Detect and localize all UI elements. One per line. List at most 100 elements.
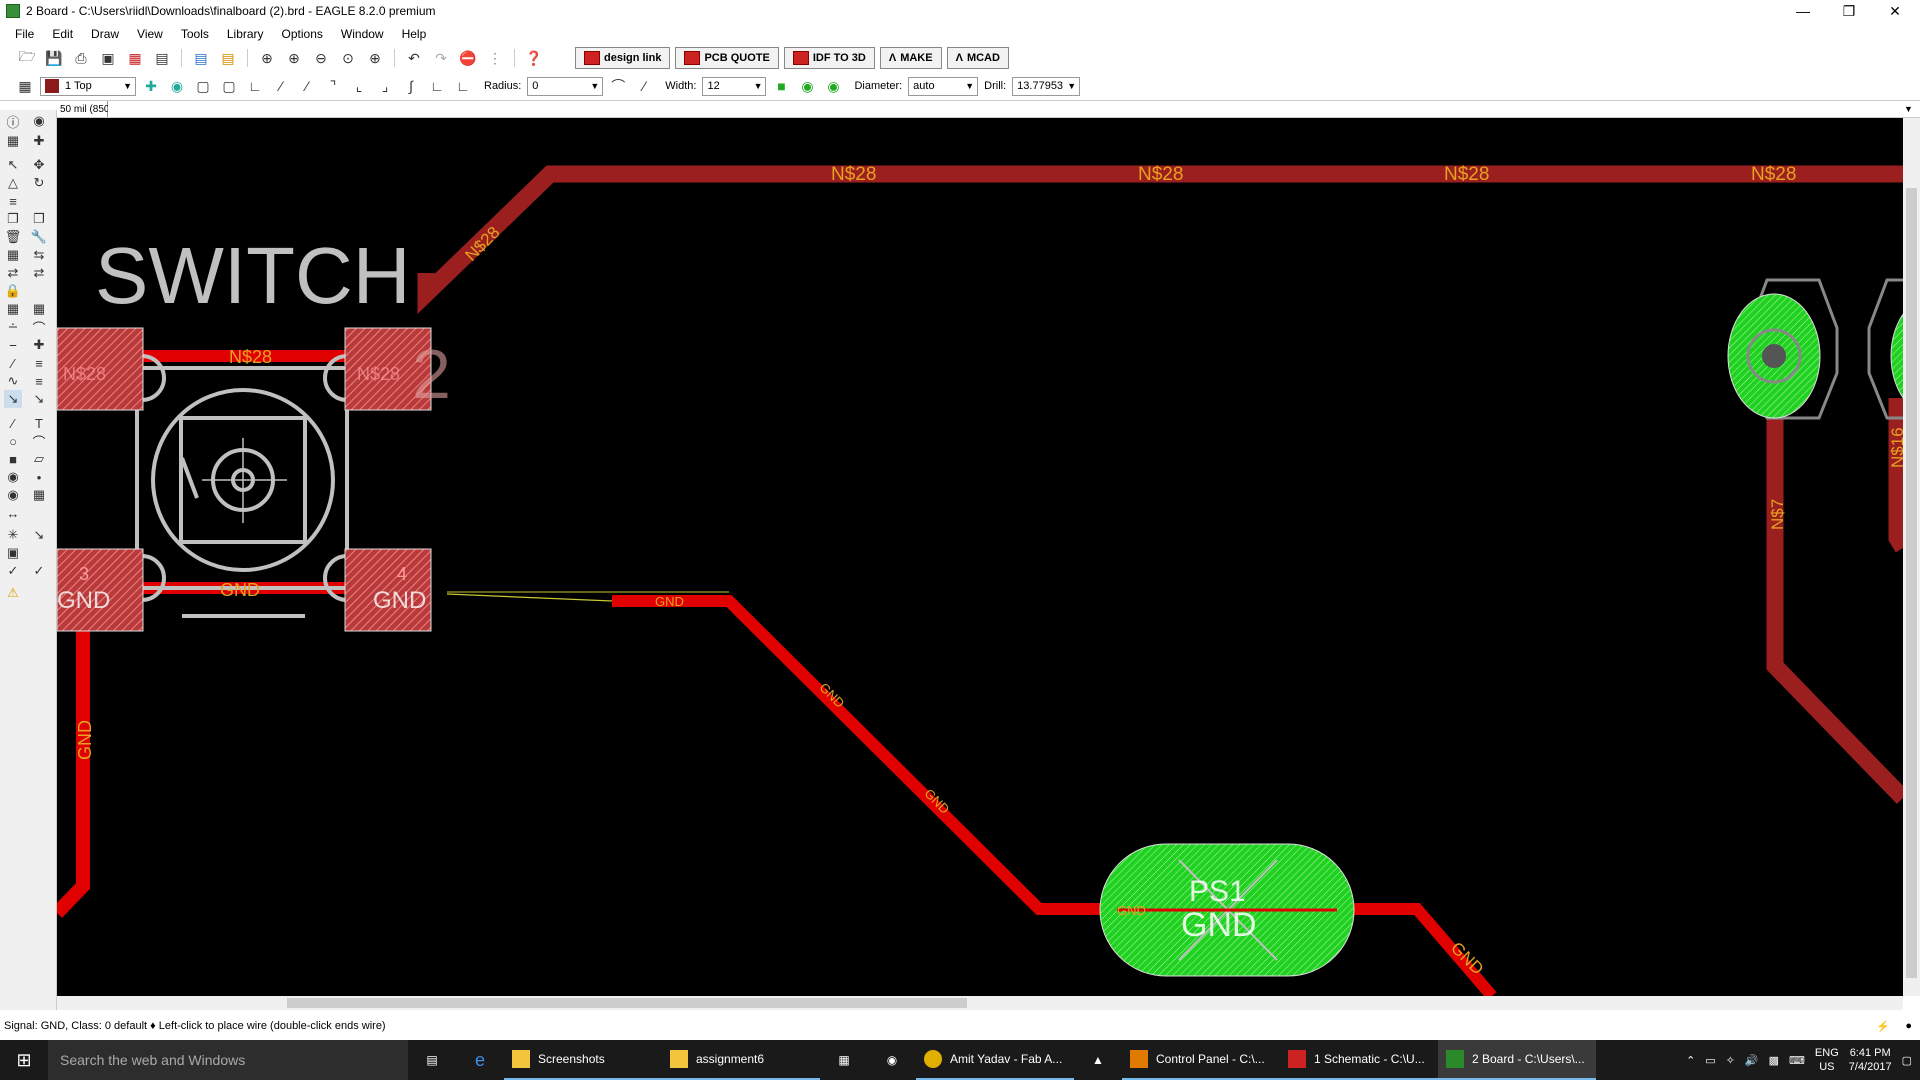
wire-bend-7-icon[interactable]: ⌟ [374,76,396,96]
miter-round-icon[interactable]: ⌒ [607,76,629,96]
keyboard-icon[interactable]: ⌨ [1789,1054,1805,1067]
open-icon[interactable]: 🗁 [16,48,38,68]
menu-view[interactable]: View [128,27,172,41]
taskbar-item-chrome[interactable]: Amit Yadav - Fab A... [916,1040,1074,1080]
info-icon[interactable]: ⓘ [4,112,22,130]
language-indicator[interactable]: ENG US [1815,1046,1839,1074]
taskbar-item-board[interactable]: 2 Board - C:\Users\... [1438,1040,1596,1080]
show-eye-icon[interactable]: ◉ [30,112,48,130]
wire-bend-6-icon[interactable]: ⌞ [348,76,370,96]
wrench-icon[interactable]: 🔧 [30,228,48,246]
wire-bend-4-icon[interactable]: ∕ [296,76,318,96]
taskbar-item-control-panel[interactable]: Control Panel - C:\... [1122,1040,1280,1080]
wire-bend-3-icon[interactable]: ∕ [270,76,292,96]
command-input[interactable] [108,101,1904,117]
network-icon[interactable]: ✧ [1726,1054,1735,1067]
menu-help[interactable]: Help [393,27,436,41]
chevron-up-icon[interactable]: ⌃ [1686,1054,1695,1067]
route-icon[interactable]: ↘ [4,390,22,408]
undo-icon[interactable]: ↶ [403,48,425,68]
replace-icon[interactable]: ⇆ [30,246,48,264]
task-view-icon[interactable]: ▤ [408,1040,456,1080]
meander-icon[interactable]: ∿ [4,372,22,390]
taskbar-item-assignment6[interactable]: assignment6 [662,1040,820,1080]
copy-icon[interactable]: ❐ [4,210,22,228]
bend-style-1-icon[interactable]: ▢ [218,76,240,96]
trace-n7[interactable] [1766,393,1903,804]
zoom-in-icon[interactable]: ⊕ [283,48,305,68]
volume-icon[interactable]: 🔊 [1745,1054,1759,1067]
diameter-select[interactable]: auto ▼ [908,76,979,96]
align-icon[interactable]: ≡ [4,192,22,210]
pcb-quote-button[interactable]: PCB QUOTE [675,47,779,69]
layer-select[interactable]: 1 Top ▼ [40,76,136,96]
mirror-icon[interactable]: △ [4,174,22,192]
drc-board-icon[interactable]: ▣ [4,544,22,562]
grid-icon[interactable]: ▦ [14,76,36,96]
print-icon[interactable]: ⎙ [70,48,92,68]
stop-icon[interactable]: ⛔ [457,48,479,68]
autoroute-icon[interactable]: ↘ [30,526,48,544]
board-icon[interactable]: ▤ [151,48,173,68]
restore-button[interactable]: ❐ [1826,0,1872,22]
trace-n28[interactable] [417,165,1903,315]
wire-bend-5-icon[interactable]: ⌝ [322,76,344,96]
save-icon[interactable]: 💾 [43,48,65,68]
menu-draw[interactable]: Draw [82,27,128,41]
radius-select[interactable]: 0 ▼ [527,76,604,96]
steam-icon[interactable]: ◉ [868,1040,916,1080]
slice-icon[interactable]: ∕ [4,354,22,372]
autorouter-icon[interactable]: ↘ [30,390,48,408]
optimize-icon[interactable]: ⎯ [4,336,22,354]
attribute-icon[interactable]: ▦ [30,486,48,504]
zoom-out-icon[interactable]: ⊖ [310,48,332,68]
rectangle-icon[interactable]: ■ [4,450,22,468]
menu-file[interactable]: File [6,27,43,41]
wire-icon[interactable]: ∕ [4,414,22,432]
swap-icon[interactable]: ⇄ [4,264,22,282]
smash-icon[interactable]: ▦ [4,300,22,318]
move-icon[interactable]: ✥ [30,156,48,174]
photos-icon[interactable]: ▲ [1074,1040,1122,1080]
zoom-select-icon[interactable]: ⊙ [337,48,359,68]
menu-tools[interactable]: Tools [172,27,218,41]
wire-bend-10-icon[interactable]: ∟ [452,76,474,96]
tht-pad-2[interactable] [1867,278,1903,420]
make-button[interactable]: Λ MAKE [879,47,942,69]
board-canvas[interactable]: SWITCH 2 3 4 GND GND N$28 N$28 N$28 N$28… [57,118,1903,996]
redo-icon[interactable]: ↷ [430,48,452,68]
trace-gnd-main[interactable] [612,595,1497,996]
close-button[interactable]: ✕ [1872,0,1918,22]
clock[interactable]: 6:41 PM 7/4/2017 [1849,1046,1892,1074]
design-link-button[interactable]: design link [575,47,671,69]
value-icon[interactable]: ▦ [30,300,48,318]
select-icon[interactable]: ↖ [4,156,22,174]
drc-icon[interactable]: ✓ [30,562,48,580]
bend-style-0-icon[interactable]: ▢ [192,76,214,96]
mcad-button[interactable]: Λ MCAD [946,47,1009,69]
mark-icon[interactable]: ✚ [30,132,48,150]
via-round-icon[interactable]: ◉ [796,76,818,96]
route-multi-icon[interactable]: ✚ [30,336,48,354]
add-part-icon[interactable]: ▦ [4,246,22,264]
wire-bend-2-icon[interactable]: ∟ [244,76,266,96]
store-icon[interactable]: ▦ [820,1040,868,1080]
dimension-icon[interactable]: ↔ [4,504,22,522]
menu-window[interactable]: Window [332,27,393,41]
via-octagon-icon[interactable]: ◉ [822,76,844,96]
menu-edit[interactable]: Edit [43,27,82,41]
wire-bend-8-icon[interactable]: ∫ [400,76,422,96]
delete-icon[interactable]: 🗑 [4,228,22,246]
taskbar-item-schematic[interactable]: 1 Schematic - C:\U... [1280,1040,1438,1080]
horizontal-scroll-thumb[interactable] [287,998,967,1008]
battery-icon[interactable]: ▭ [1705,1054,1715,1067]
signal-icon[interactable]: • [30,468,48,486]
hole-icon[interactable]: ◉ [4,486,22,504]
action-center-icon[interactable]: ▢ [1902,1054,1912,1067]
text-icon[interactable]: T [30,414,48,432]
wire-bend-9-icon[interactable]: ∟ [426,76,448,96]
miter-straight-icon[interactable]: ∕ [633,76,655,96]
ripup-icon[interactable]: ≡ [30,372,48,390]
horizontal-scrollbar[interactable] [57,996,1903,1010]
chevron-down-icon[interactable]: ▼ [1904,104,1920,114]
